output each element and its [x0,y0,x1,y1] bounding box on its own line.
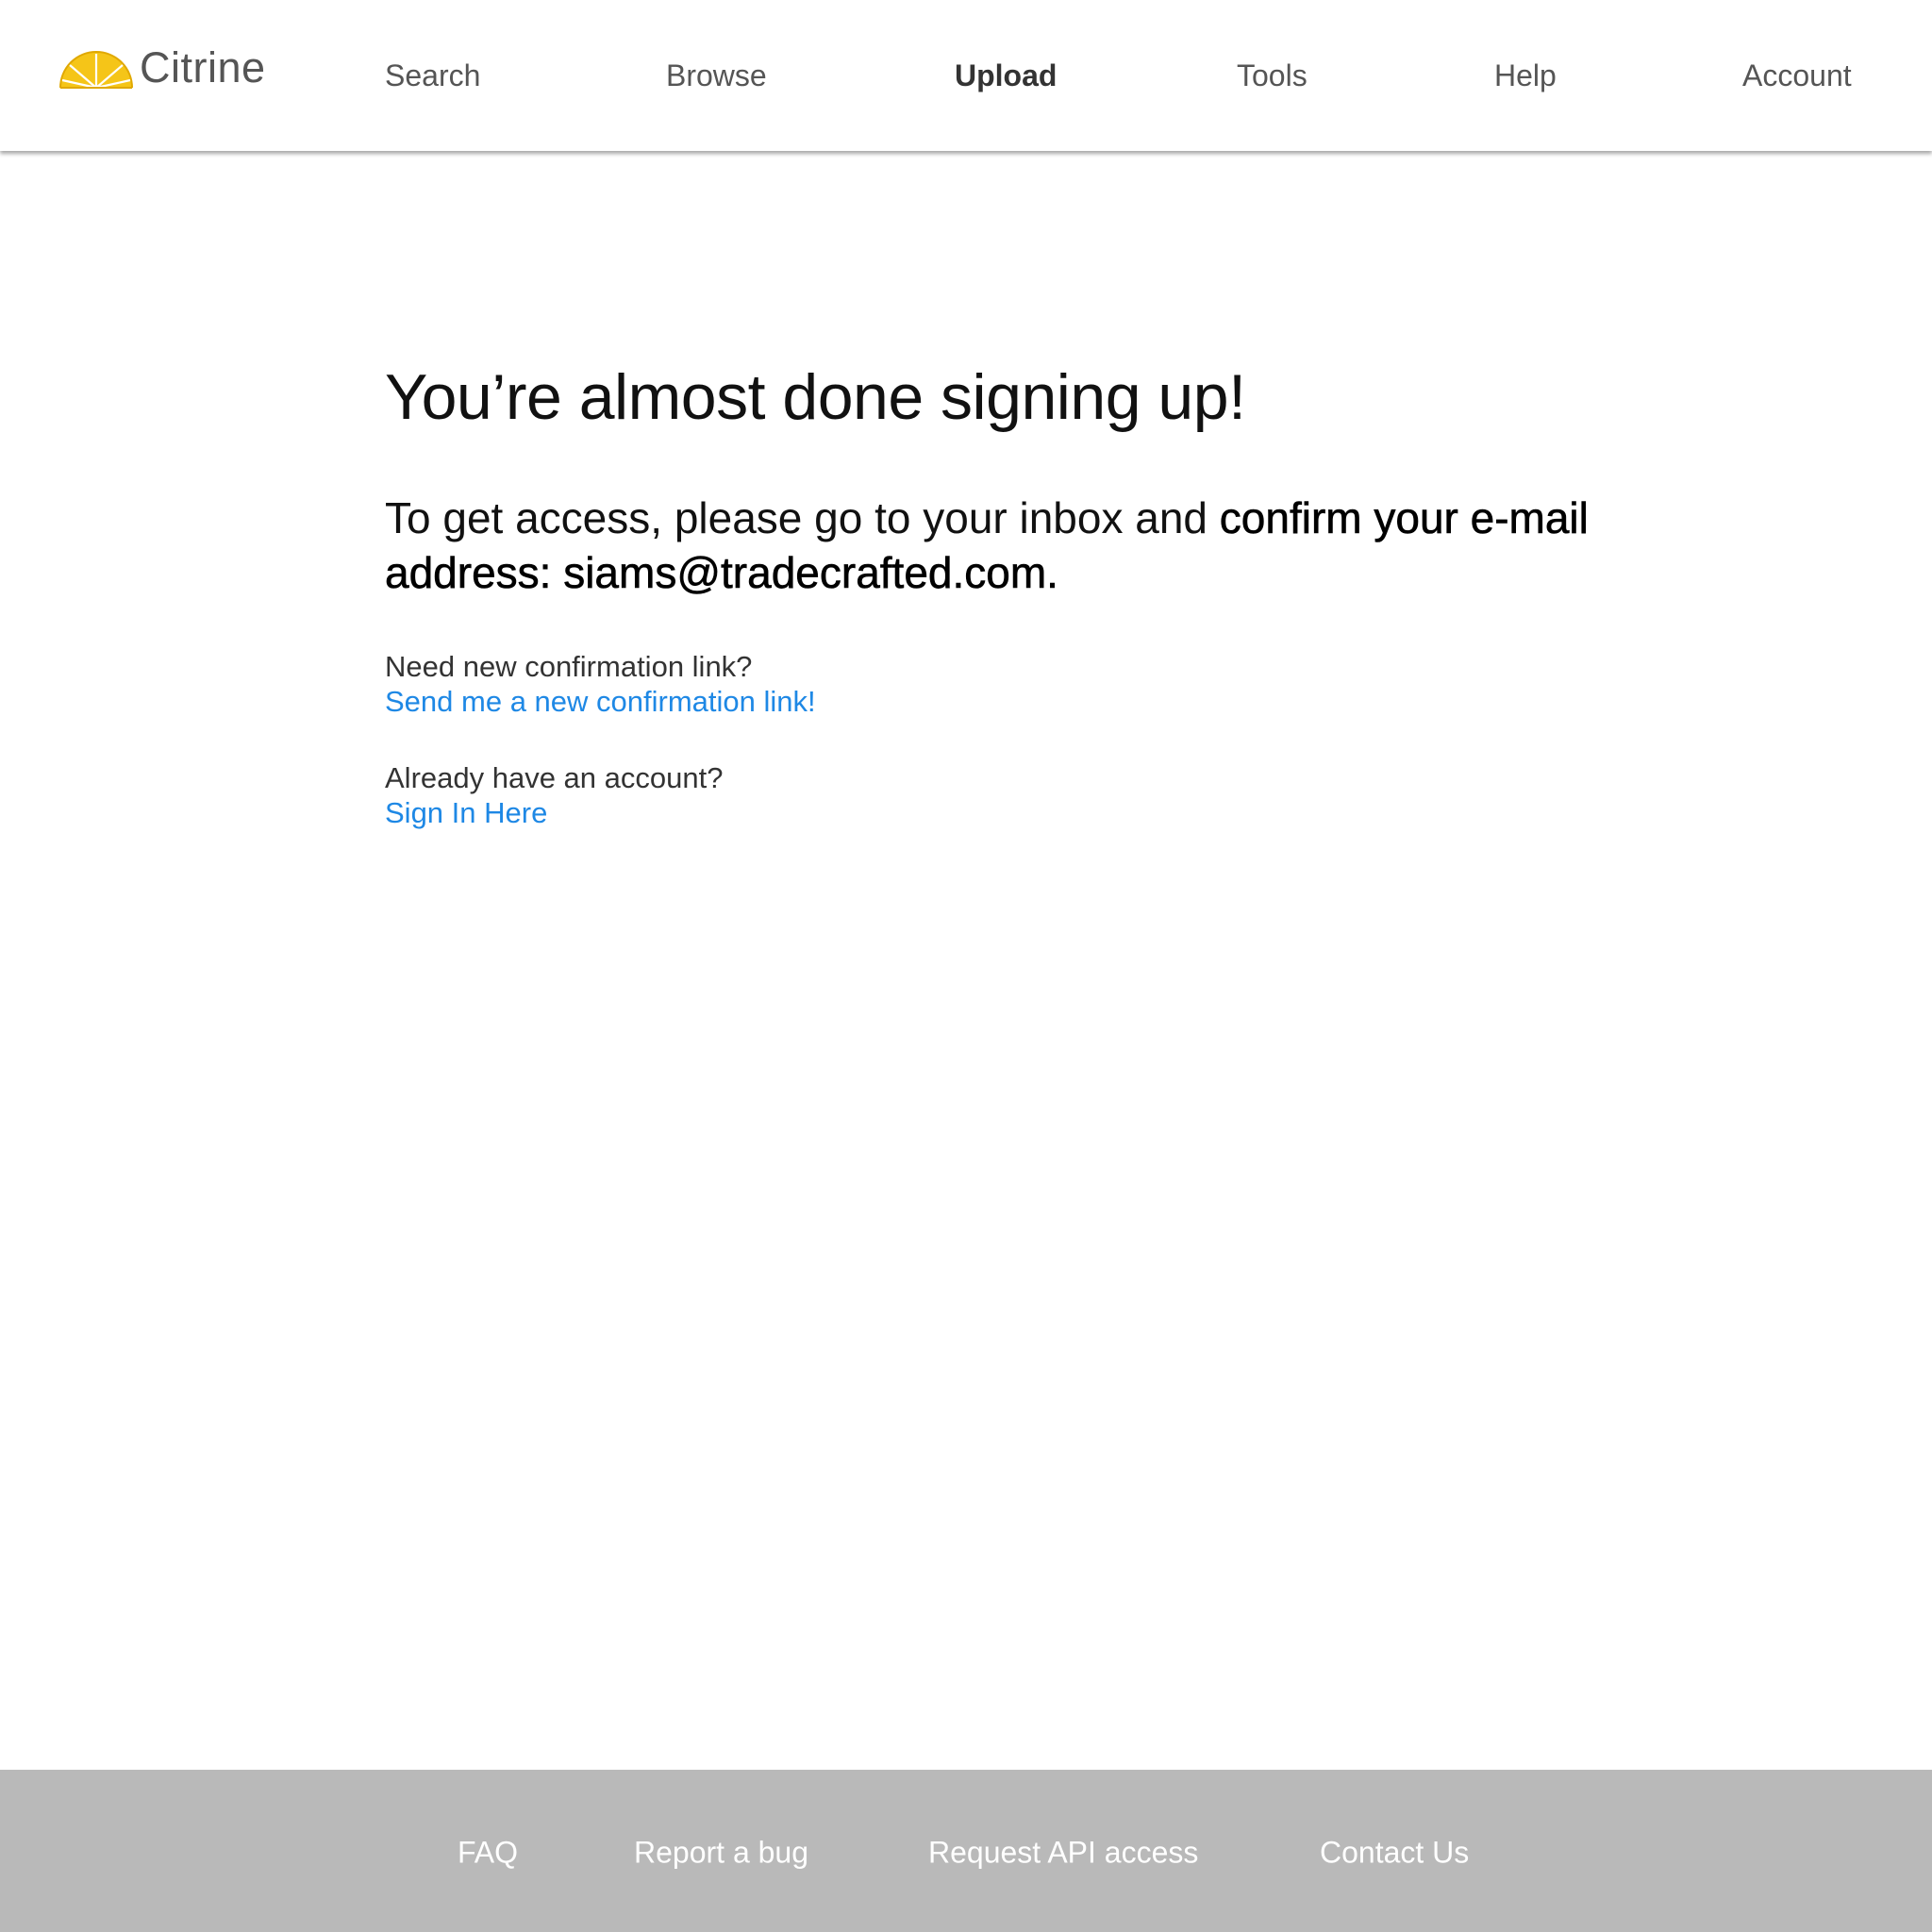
page-footer: FAQ Report a bug Request API access Cont… [0,1770,1932,1932]
resend-confirmation-link[interactable]: Send me a new confirmation link! [385,684,816,719]
resend-question: Need new confirmation link? [385,650,753,683]
confirmation-panel: You’re almost done signing up! To get ac… [385,358,1706,830]
nav-account[interactable]: Account [1742,58,1852,93]
nav-search[interactable]: Search [385,58,480,93]
signin-question: Already have an account? [385,761,724,794]
top-navbar: Citrine Search Browse Upload Tools Help … [0,0,1932,151]
footer-request-api-link[interactable]: Request API access [928,1836,1198,1871]
resend-section: Need new confirmation link? Send me a ne… [385,649,1706,719]
nav-tools[interactable]: Tools [1237,58,1307,93]
brand-logo[interactable]: Citrine [58,43,266,92]
nav-browse[interactable]: Browse [666,58,767,93]
signin-section: Already have an account? Sign In Here [385,760,1706,830]
page-title: You’re almost done signing up! [385,361,1246,433]
confirmation-instructions: To get access, please go to your inbox a… [385,491,1687,600]
nav-upload[interactable]: Upload [955,58,1057,93]
nav-help[interactable]: Help [1494,58,1557,93]
footer-faq-link[interactable]: FAQ [458,1836,518,1871]
footer-report-bug-link[interactable]: Report a bug [634,1836,808,1871]
brand-name: Citrine [140,43,266,92]
footer-contact-link[interactable]: Contact Us [1320,1836,1469,1871]
citrine-slice-icon [59,51,133,90]
instructions-text: To get access, please go to your inbox a… [385,493,1220,542]
sign-in-link[interactable]: Sign In Here [385,795,547,830]
